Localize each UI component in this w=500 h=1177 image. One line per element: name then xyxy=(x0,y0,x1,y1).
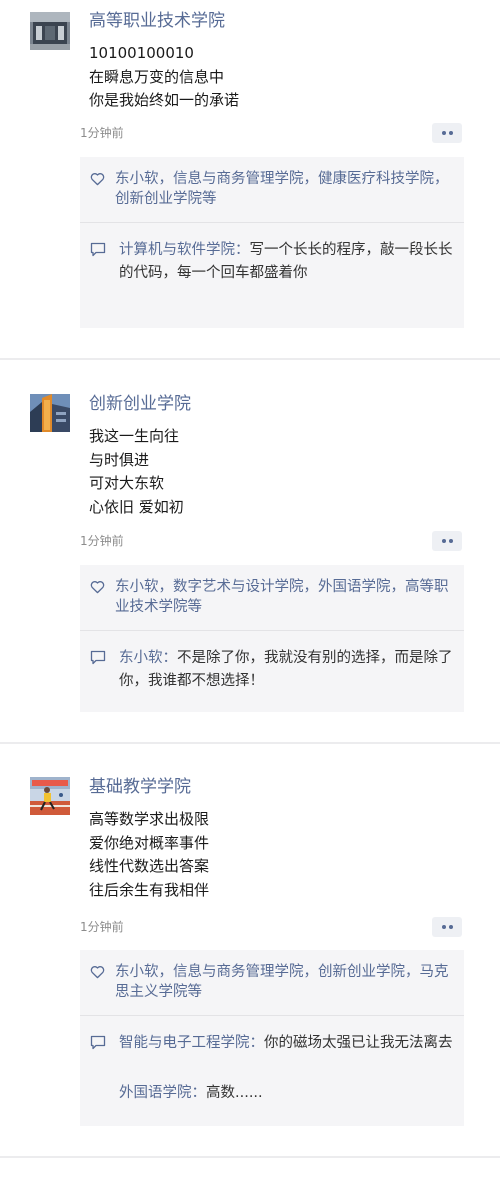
post-line: 爱你绝对概率事件 xyxy=(89,833,210,852)
more-options-button[interactable] xyxy=(432,531,462,551)
post-time: 1分钟前 xyxy=(80,126,124,140)
avatar[interactable] xyxy=(30,394,70,432)
comment-separator: ： xyxy=(249,1035,265,1051)
commenter-name[interactable]: 东小软 xyxy=(119,650,163,666)
comment-icon xyxy=(90,650,106,665)
panel-divider xyxy=(80,630,464,631)
moment-post: 高等职业技术学院 10100100010 在瞬息万变的信息中 你是我始终如一的承… xyxy=(0,0,500,360)
likes-list[interactable]: 东小软，信息与商务管理学院，健康医疗科技学院，创新创业学院等 xyxy=(115,169,460,209)
commenter-name[interactable]: 计算机与软件学院 xyxy=(119,242,235,258)
author-name[interactable]: 高等职业技术学院 xyxy=(89,10,225,32)
comment-text: 你的磁场太强已让我无法离去 xyxy=(264,1035,453,1051)
post-line: 高等数学求出极限 xyxy=(89,810,210,828)
more-options-button[interactable] xyxy=(432,123,462,143)
panel-divider xyxy=(80,222,464,223)
post-content: 10100100010 在瞬息万变的信息中 你是我始终如一的承诺 xyxy=(89,42,239,113)
commenter-name[interactable]: 外国语学院 xyxy=(119,1085,192,1101)
comment-icon xyxy=(90,242,106,257)
more-options-button[interactable] xyxy=(432,917,462,937)
more-dots-icon xyxy=(441,925,446,929)
author-name[interactable]: 创新创业学院 xyxy=(89,393,191,415)
comment-icon xyxy=(90,1035,106,1050)
interaction-panel: 东小软，数字艺术与设计学院，外国语学院，高等职业技术学院等 东小软：不是除了你，… xyxy=(80,565,464,712)
post-content: 我这一生向往 与时俱进 可对大东软 心依旧 爱如初 xyxy=(89,425,184,519)
likes-list[interactable]: 东小软，数字艺术与设计学院，外国语学院，高等职业技术学院等 xyxy=(115,577,460,617)
heart-icon xyxy=(90,173,105,186)
interaction-panel: 东小软，信息与商务管理学院，健康医疗科技学院，创新创业学院等 计算机与软件学院：… xyxy=(80,157,464,328)
post-line: 我这一生向往 xyxy=(89,427,180,445)
avatar[interactable] xyxy=(30,12,70,50)
post-divider xyxy=(0,1156,500,1158)
comment-item[interactable]: 计算机与软件学院：写一个长长的程序，敲一段长长的代码，每一个回车都盛着你 xyxy=(119,239,461,285)
more-dots-icon xyxy=(441,131,446,135)
comment-separator: ： xyxy=(162,650,178,666)
post-time: 1分钟前 xyxy=(80,920,124,934)
heart-icon xyxy=(90,581,105,594)
moment-post: 创新创业学院 我这一生向往 与时俱进 可对大东软 心依旧 爱如初 1分钟前 东小… xyxy=(0,360,500,744)
commenter-name[interactable]: 智能与电子工程学院 xyxy=(119,1035,250,1051)
comment-separator: ： xyxy=(235,242,250,258)
comment-item[interactable]: 东小软：不是除了你，我就没有别的选择，而是除了你，我谁都不想选择！ xyxy=(119,647,461,693)
more-dots-icon xyxy=(441,539,446,543)
author-name[interactable]: 基础教学学院 xyxy=(89,776,191,798)
likes-list[interactable]: 东小软，信息与商务管理学院，创新创业学院，马克思主义学院等 xyxy=(115,962,460,1002)
post-line: 你是我始终如一的承诺 xyxy=(89,91,240,109)
post-line: 与时俱进 xyxy=(89,450,150,469)
comment-text: 高数...... xyxy=(206,1085,263,1101)
avatar[interactable] xyxy=(30,777,70,815)
post-line: 10100100010 xyxy=(89,44,194,62)
post-line: 线性代数选出答案 xyxy=(89,857,210,875)
post-line: 在瞬息万变的信息中 xyxy=(89,67,225,86)
comment-item[interactable]: 智能与电子工程学院：你的磁场太强已让我无法离去 xyxy=(119,1032,461,1055)
post-line: 往后余生有我相伴 xyxy=(89,880,210,899)
comment-separator: ： xyxy=(191,1085,207,1101)
post-time: 1分钟前 xyxy=(80,534,124,548)
post-line: 可对大东软 xyxy=(89,474,165,492)
comment-item[interactable]: 外国语学院：高数...... xyxy=(119,1082,461,1105)
moment-post: 基础教学学院 高等数学求出极限 爱你绝对概率事件 线性代数选出答案 往后余生有我… xyxy=(0,744,500,1164)
interaction-panel: 东小软，信息与商务管理学院，创新创业学院，马克思主义学院等 智能与电子工程学院：… xyxy=(80,950,464,1126)
heart-icon xyxy=(90,966,105,979)
panel-divider xyxy=(80,1015,464,1016)
post-line: 心依旧 爱如初 xyxy=(89,497,184,516)
post-content: 高等数学求出极限 爱你绝对概率事件 线性代数选出答案 往后余生有我相伴 xyxy=(89,808,209,902)
